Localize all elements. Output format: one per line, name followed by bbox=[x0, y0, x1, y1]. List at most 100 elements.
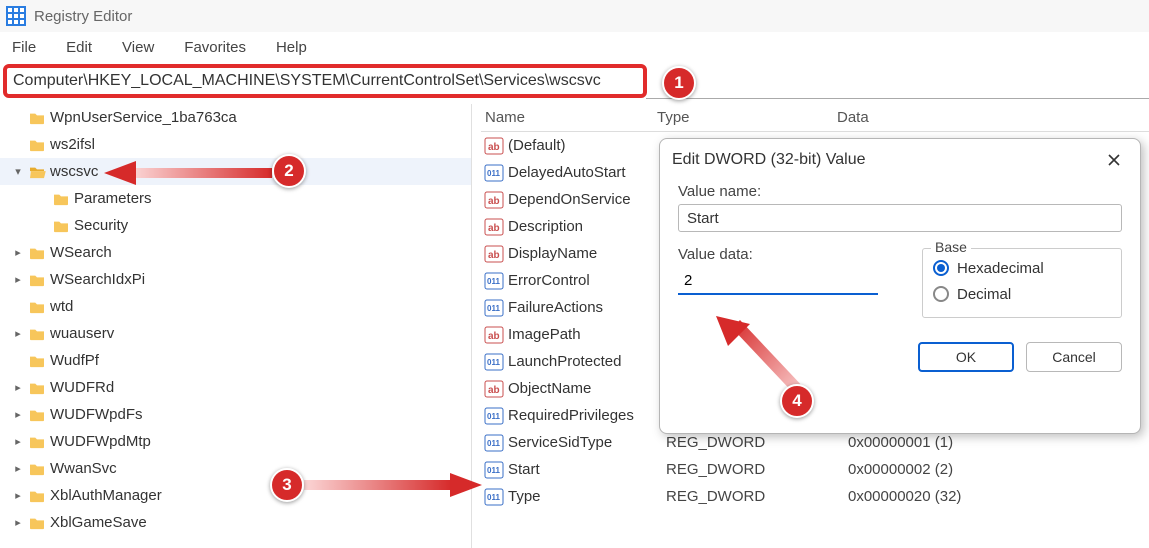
value-name: ImagePath bbox=[508, 326, 656, 343]
chevron-icon[interactable]: ▸ bbox=[12, 327, 24, 340]
tree-item-label: WSearchIdxPi bbox=[50, 271, 145, 288]
tree-item-label: wtd bbox=[50, 298, 73, 315]
chevron-icon[interactable]: ▸ bbox=[12, 381, 24, 394]
folder-icon bbox=[28, 516, 46, 530]
value-name: ErrorControl bbox=[508, 272, 656, 289]
reg-dword-icon bbox=[484, 434, 504, 452]
tree-item[interactable]: ▸ XblAuthManager bbox=[0, 482, 471, 509]
tree-item-label: XblAuthManager bbox=[50, 487, 162, 504]
menu-bar: File Edit View Favorites Help bbox=[0, 32, 1149, 62]
value-type: REG_DWORD bbox=[660, 488, 840, 505]
tree-item[interactable]: wtd bbox=[0, 293, 471, 320]
list-row[interactable]: StartREG_DWORD0x00000002 (2) bbox=[480, 456, 1149, 483]
folder-open-icon bbox=[28, 165, 46, 179]
tree-item-label: WSearch bbox=[50, 244, 112, 261]
menu-help[interactable]: Help bbox=[270, 36, 313, 59]
tree-item[interactable]: ▸ WSearch bbox=[0, 239, 471, 266]
folder-icon bbox=[28, 300, 46, 314]
value-name: ObjectName bbox=[508, 380, 656, 397]
cancel-button[interactable]: Cancel bbox=[1026, 342, 1122, 372]
radio-decimal[interactable]: Decimal bbox=[933, 281, 1111, 307]
list-columns-header: Name Type Data bbox=[481, 104, 1149, 132]
tree-item[interactable]: ▸ WSearchIdxPi bbox=[0, 266, 471, 293]
base-legend: Base bbox=[931, 239, 971, 255]
value-data: 0x00000001 (1) bbox=[844, 434, 953, 451]
tree-item[interactable]: ▸WUDFWpdFs bbox=[0, 401, 471, 428]
base-fieldset: Base Hexadecimal Decimal bbox=[922, 248, 1122, 318]
folder-icon bbox=[28, 408, 46, 422]
menu-view[interactable]: View bbox=[116, 36, 160, 59]
dialog-title: Edit DWORD (32-bit) Value bbox=[672, 151, 866, 169]
tree-item-label: wscsvc bbox=[50, 163, 98, 180]
tree-item[interactable]: Parameters bbox=[0, 185, 471, 212]
tree-item-label: ws2ifsl bbox=[50, 136, 95, 153]
tree-item-label: Parameters bbox=[74, 190, 152, 207]
chevron-icon[interactable]: ▾ bbox=[12, 165, 24, 178]
app-icon bbox=[6, 6, 26, 26]
chevron-icon[interactable]: ▸ bbox=[12, 273, 24, 286]
tree-item[interactable]: ▸wuauserv bbox=[0, 320, 471, 347]
tree-item[interactable]: WudfPf bbox=[0, 347, 471, 374]
reg-dword-icon bbox=[484, 299, 504, 317]
reg-dword-icon bbox=[484, 461, 504, 479]
tree-item[interactable]: ws2ifsl bbox=[0, 131, 471, 158]
tree-item-label: Security bbox=[74, 217, 128, 234]
value-data-input[interactable] bbox=[678, 267, 878, 295]
folder-icon bbox=[52, 192, 70, 206]
folder-icon bbox=[28, 462, 46, 476]
annotation-badge-2: 2 bbox=[272, 154, 306, 188]
col-name[interactable]: Name bbox=[485, 109, 657, 126]
tree-item[interactable]: WpnUserService_1ba763ca bbox=[0, 104, 471, 131]
chevron-icon[interactable]: ▸ bbox=[12, 408, 24, 421]
address-bar[interactable]: Computer\HKEY_LOCAL_MACHINE\SYSTEM\Curre… bbox=[3, 64, 647, 98]
chevron-icon[interactable]: ▸ bbox=[12, 516, 24, 529]
folder-icon bbox=[28, 273, 46, 287]
menu-favorites[interactable]: Favorites bbox=[178, 36, 252, 59]
reg-sz-icon bbox=[484, 218, 504, 236]
tree-item[interactable]: Security bbox=[0, 212, 471, 239]
tree-item-label: WUDFRd bbox=[50, 379, 114, 396]
value-type: REG_DWORD bbox=[660, 434, 840, 451]
value-type: REG_DWORD bbox=[660, 461, 840, 478]
reg-dword-icon bbox=[484, 353, 504, 371]
value-name: Type bbox=[508, 488, 656, 505]
chevron-icon[interactable]: ▸ bbox=[12, 246, 24, 259]
tree-item[interactable]: ▸ WwanSvc bbox=[0, 455, 471, 482]
annotation-badge-3: 3 bbox=[270, 468, 304, 502]
tree-item-label: WpnUserService_1ba763ca bbox=[50, 109, 237, 126]
value-name: (Default) bbox=[508, 137, 656, 154]
folder-icon bbox=[28, 138, 46, 152]
tree-item-label: WwanSvc bbox=[50, 460, 117, 477]
title-bar: Registry Editor bbox=[0, 0, 1149, 32]
col-data[interactable]: Data bbox=[837, 109, 1149, 126]
value-name: DependOnService bbox=[508, 191, 656, 208]
tree-item[interactable]: ▸WUDFWpdMtp bbox=[0, 428, 471, 455]
reg-sz-icon bbox=[484, 380, 504, 398]
menu-edit[interactable]: Edit bbox=[60, 36, 98, 59]
value-name: ServiceSidType bbox=[508, 434, 656, 451]
tree-pane[interactable]: WpnUserService_1ba763ca ws2ifsl ▾ wscsvc Par… bbox=[0, 104, 472, 548]
reg-dword-icon bbox=[484, 407, 504, 425]
menu-file[interactable]: File bbox=[6, 36, 42, 59]
folder-icon bbox=[28, 381, 46, 395]
close-button[interactable] bbox=[1100, 146, 1128, 174]
chevron-icon[interactable]: ▸ bbox=[12, 462, 24, 475]
tree-item[interactable]: ▾ wscsvc bbox=[0, 158, 471, 185]
chevron-icon[interactable]: ▸ bbox=[12, 435, 24, 448]
value-name-field[interactable]: Start bbox=[678, 204, 1122, 232]
radio-hexadecimal[interactable]: Hexadecimal bbox=[933, 255, 1111, 281]
folder-icon bbox=[28, 246, 46, 260]
tree-item[interactable]: ▸ XblGameSave bbox=[0, 509, 471, 536]
chevron-icon[interactable]: ▸ bbox=[12, 489, 24, 502]
tree-item[interactable]: ▸ WUDFRd bbox=[0, 374, 471, 401]
col-type[interactable]: Type bbox=[657, 109, 837, 126]
reg-dword-icon bbox=[484, 272, 504, 290]
list-row[interactable]: TypeREG_DWORD0x00000020 (32) bbox=[480, 483, 1149, 510]
folder-icon bbox=[52, 219, 70, 233]
value-name: FailureActions bbox=[508, 299, 656, 316]
tree-item-label: XblGameSave bbox=[50, 514, 147, 531]
folder-icon bbox=[28, 489, 46, 503]
value-name: Description bbox=[508, 218, 656, 235]
ok-button[interactable]: OK bbox=[918, 342, 1014, 372]
value-name: LaunchProtected bbox=[508, 353, 656, 370]
